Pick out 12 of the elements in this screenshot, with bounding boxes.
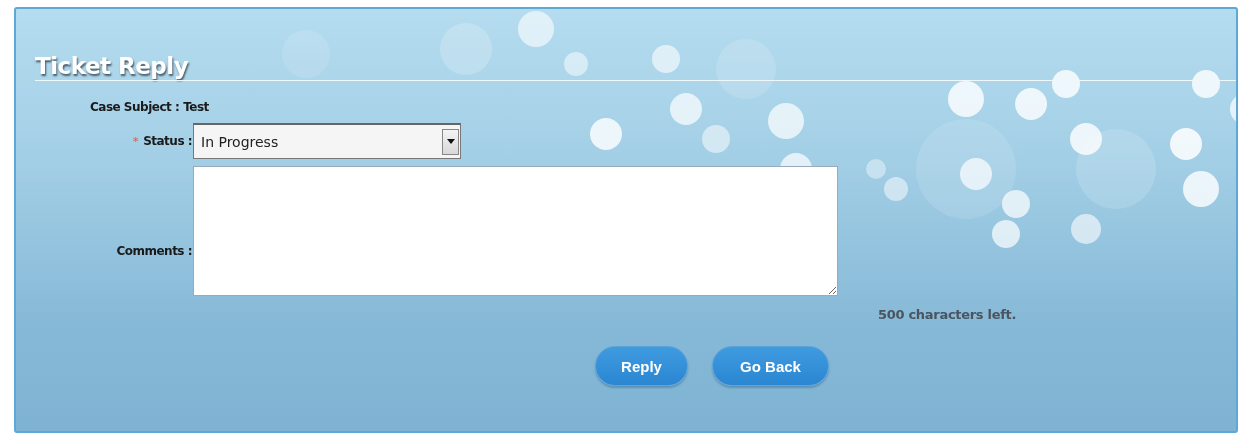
page-title: Ticket Reply xyxy=(35,53,189,79)
field-label: Comments : xyxy=(116,244,192,258)
back-button[interactable]: Go Back xyxy=(712,346,829,386)
reply-button[interactable]: Reply xyxy=(595,346,688,386)
required-mark: * xyxy=(132,134,139,148)
field-label: Status : xyxy=(143,134,192,148)
field-label: Case Subject : xyxy=(90,100,180,114)
caret-icon xyxy=(446,139,455,144)
comments-field[interactable] xyxy=(193,166,838,296)
field-value: Test xyxy=(183,100,209,114)
character-counter: 500 characters left. xyxy=(878,307,1017,322)
status-dropdown[interactable]: In Progress xyxy=(193,123,461,159)
